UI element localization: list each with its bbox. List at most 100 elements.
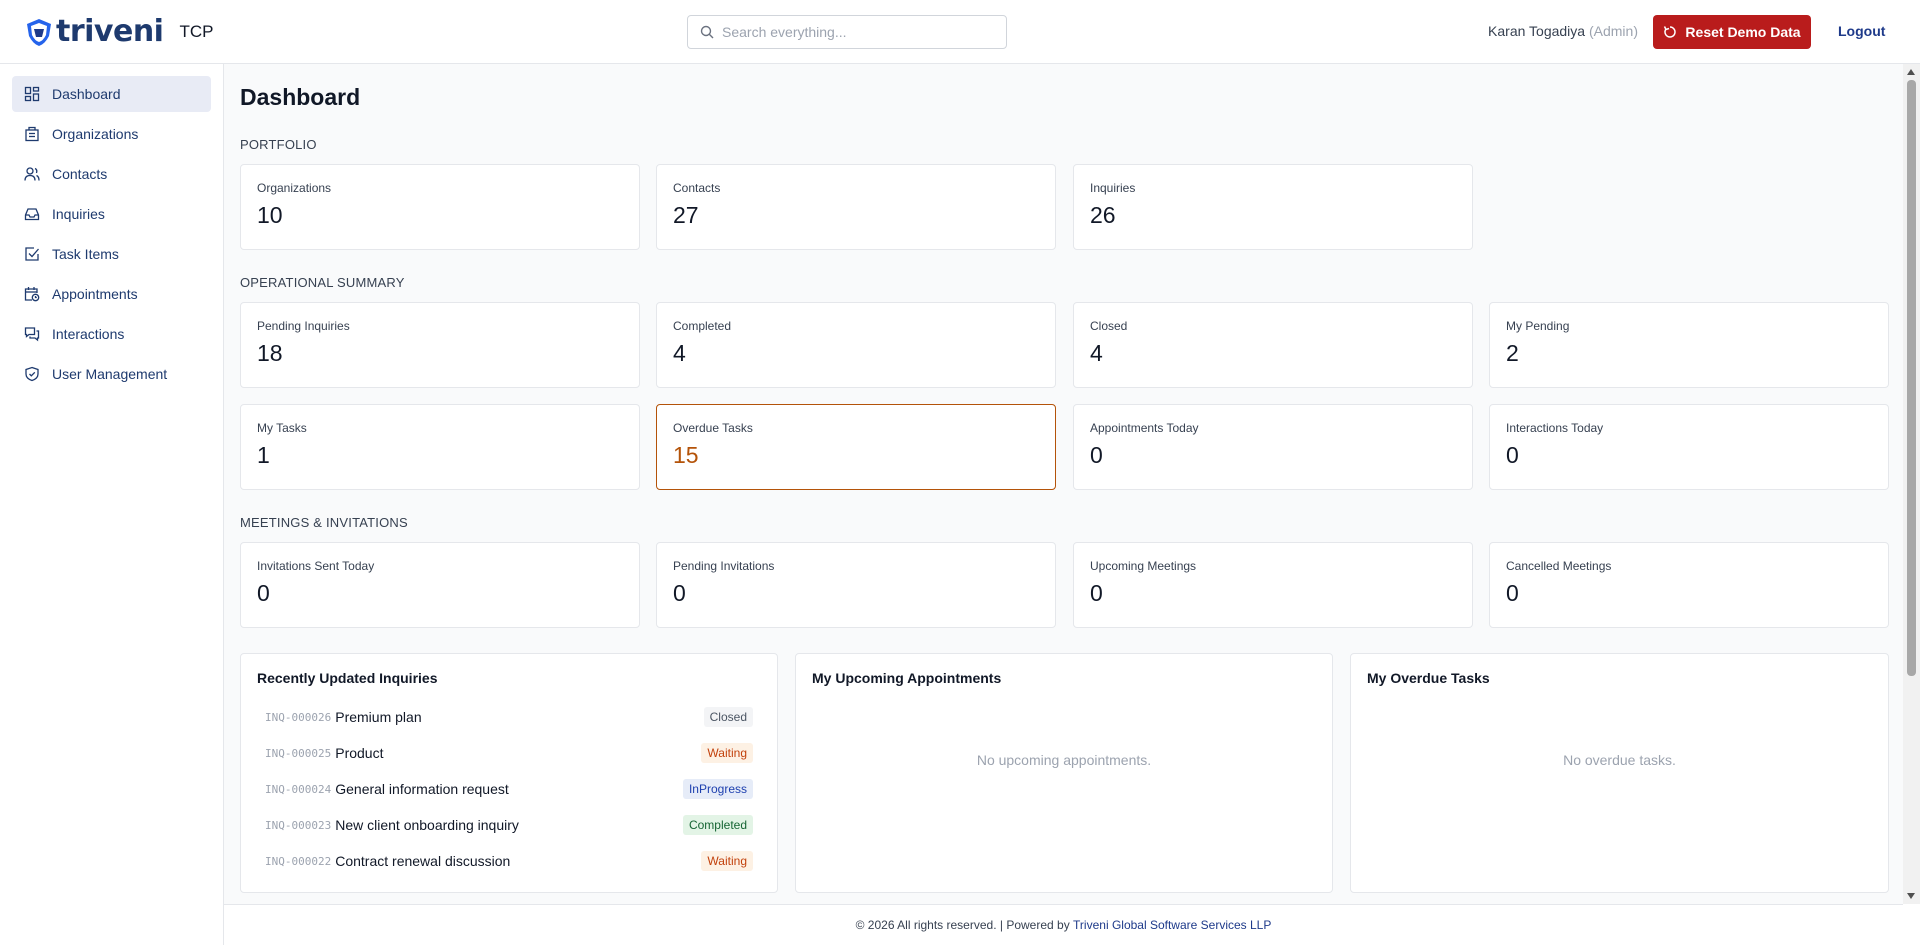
inbox-icon — [24, 206, 40, 222]
sidebar-item-label: Task Items — [52, 246, 119, 262]
panel-title: Recently Updated Inquiries — [257, 670, 438, 686]
status-badge: Completed — [682, 815, 753, 835]
stat-value: 0 — [1090, 442, 1103, 468]
inquiry-row[interactable]: INQ-000023 New client onboarding inquiry… — [265, 814, 753, 836]
stat-card-pending-inquiries[interactable]: Pending Inquiries 18 — [240, 302, 640, 388]
vertical-scrollbar[interactable] — [1903, 64, 1920, 904]
footer-copyright: © 2026 All rights reserved. | Powered by — [855, 918, 1070, 932]
sidebar-item-dashboard[interactable]: Dashboard — [12, 76, 211, 112]
inquiry-code: INQ-000024 — [265, 782, 332, 796]
stat-label: My Pending — [1506, 319, 1570, 333]
stat-label: My Tasks — [257, 421, 307, 435]
reset-demo-data-button[interactable]: Reset Demo Data — [1653, 15, 1811, 49]
stat-value: 15 — [673, 442, 699, 468]
stat-card-completed[interactable]: Completed 4 — [656, 302, 1056, 388]
inquiry-row[interactable]: INQ-000026 Premium plan Closed — [265, 706, 753, 728]
top-header: triveni TCP Karan Togadiya (Admin) Reset… — [0, 0, 1920, 64]
checkbox-icon — [24, 246, 40, 262]
status-badge: Closed — [703, 707, 753, 727]
stat-card-invitations-sent-today[interactable]: Invitations Sent Today 0 — [240, 542, 640, 628]
status-badge: Waiting — [701, 743, 753, 763]
current-user: Karan Togadiya (Admin) — [1488, 23, 1638, 39]
section-label-meetings-invitations: MEETINGS & INVITATIONS — [240, 515, 408, 530]
stat-label: Invitations Sent Today — [257, 559, 375, 573]
stat-card-overdue-tasks[interactable]: Overdue Tasks 15 — [656, 404, 1056, 490]
sidebar-item-label: User Management — [52, 366, 168, 382]
dashboard-icon — [24, 86, 40, 102]
stat-value: 4 — [673, 340, 686, 366]
stat-card-pending-invitations[interactable]: Pending Invitations 0 — [656, 542, 1056, 628]
inquiry-title: New client onboarding inquiry — [335, 817, 519, 833]
stat-card-contacts[interactable]: Contacts 27 — [656, 164, 1056, 250]
stat-card-cancelled-meetings[interactable]: Cancelled Meetings 0 — [1489, 542, 1889, 628]
inquiry-code: INQ-000022 — [265, 854, 332, 868]
stat-label: Cancelled Meetings — [1506, 559, 1612, 573]
stat-label: Overdue Tasks — [673, 421, 753, 435]
brand-subtitle: TCP — [179, 22, 214, 41]
stat-card-my-pending[interactable]: My Pending 2 — [1489, 302, 1889, 388]
sidebar-item-label: Dashboard — [52, 86, 121, 102]
stat-value: 10 — [257, 202, 283, 228]
brand-name: triveni — [56, 14, 164, 49]
inquiry-row[interactable]: INQ-000024 General information request I… — [265, 778, 753, 800]
search-input[interactable] — [722, 24, 992, 40]
empty-state: No overdue tasks. — [1563, 752, 1676, 768]
stat-card-interactions-today[interactable]: Interactions Today 0 — [1489, 404, 1889, 490]
stat-label: Interactions Today — [1506, 421, 1604, 435]
sidebar: Dashboard Organizations Contacts Inquiri… — [0, 64, 224, 945]
panel-title: My Upcoming Appointments — [812, 670, 1002, 686]
stat-card-my-tasks[interactable]: My Tasks 1 — [240, 404, 640, 490]
main-content: Dashboard PORTFOLIO Organizations 10 Con… — [224, 64, 1903, 904]
stat-card-appointments-today[interactable]: Appointments Today 0 — [1073, 404, 1473, 490]
stat-label: Appointments Today — [1090, 421, 1199, 435]
overdue-tasks-panel: My Overdue Tasks No overdue tasks. — [1350, 653, 1889, 893]
user-name: Karan Togadiya — [1488, 23, 1586, 39]
sidebar-item-label: Inquiries — [52, 206, 105, 222]
logout-link[interactable]: Logout — [1838, 23, 1885, 39]
sidebar-item-label: Appointments — [52, 286, 138, 302]
sidebar-item-contacts[interactable]: Contacts — [12, 156, 211, 192]
page-title: Dashboard — [240, 84, 361, 110]
sidebar-item-task-items[interactable]: Task Items — [12, 236, 211, 272]
stat-value: 0 — [1090, 580, 1103, 606]
footer: © 2026 All rights reserved. | Powered by… — [224, 904, 1903, 945]
upcoming-appointments-panel: My Upcoming Appointments No upcoming app… — [795, 653, 1333, 893]
stat-value: 26 — [1090, 202, 1116, 228]
stat-value: 0 — [1506, 580, 1519, 606]
scrollbar-thumb[interactable] — [1907, 80, 1916, 676]
inquiry-row[interactable]: INQ-000022 Contract renewal discussion W… — [265, 850, 753, 872]
scroll-down-arrow-icon[interactable] — [1907, 893, 1915, 899]
empty-state: No upcoming appointments. — [976, 752, 1152, 768]
stat-value: 0 — [673, 580, 686, 606]
stat-label: Contacts — [673, 181, 721, 195]
stat-value: 18 — [257, 340, 283, 366]
stat-card-inquiries[interactable]: Inquiries 26 — [1073, 164, 1473, 250]
inquiry-title: Contract renewal discussion — [335, 853, 511, 869]
scroll-up-arrow-icon[interactable] — [1907, 69, 1915, 75]
section-label-portfolio: PORTFOLIO — [240, 137, 317, 152]
recent-inquiries-panel: Recently Updated Inquiries INQ-000026 Pr… — [240, 653, 778, 893]
stat-card-closed[interactable]: Closed 4 — [1073, 302, 1473, 388]
sidebar-item-interactions[interactable]: Interactions — [12, 316, 211, 352]
stat-label: Inquiries — [1090, 181, 1136, 195]
footer-company-link[interactable]: Triveni Global Software Services LLP — [1073, 918, 1271, 932]
sidebar-item-user-management[interactable]: User Management — [12, 356, 211, 392]
sidebar-item-inquiries[interactable]: Inquiries — [12, 196, 211, 232]
sidebar-item-appointments[interactable]: Appointments — [12, 276, 211, 312]
stat-value: 1 — [257, 442, 270, 468]
status-badge: Waiting — [701, 851, 753, 871]
inquiry-row[interactable]: INQ-000025 Product Waiting — [265, 742, 753, 764]
users-icon — [24, 166, 40, 182]
stat-card-organizations[interactable]: Organizations 10 — [240, 164, 640, 250]
search-box[interactable] — [687, 15, 1007, 49]
sidebar-item-organizations[interactable]: Organizations — [12, 116, 211, 152]
inquiry-code: INQ-000025 — [265, 746, 332, 760]
stat-value: 0 — [257, 580, 270, 606]
stat-card-upcoming-meetings[interactable]: Upcoming Meetings 0 — [1073, 542, 1473, 628]
inquiry-title: General information request — [335, 781, 509, 797]
inquiry-title: Premium plan — [335, 709, 422, 725]
brand[interactable]: triveni TCP — [24, 14, 213, 50]
stat-value: 4 — [1090, 340, 1103, 366]
chat-icon — [24, 326, 40, 342]
stat-label: Pending Invitations — [673, 559, 775, 573]
